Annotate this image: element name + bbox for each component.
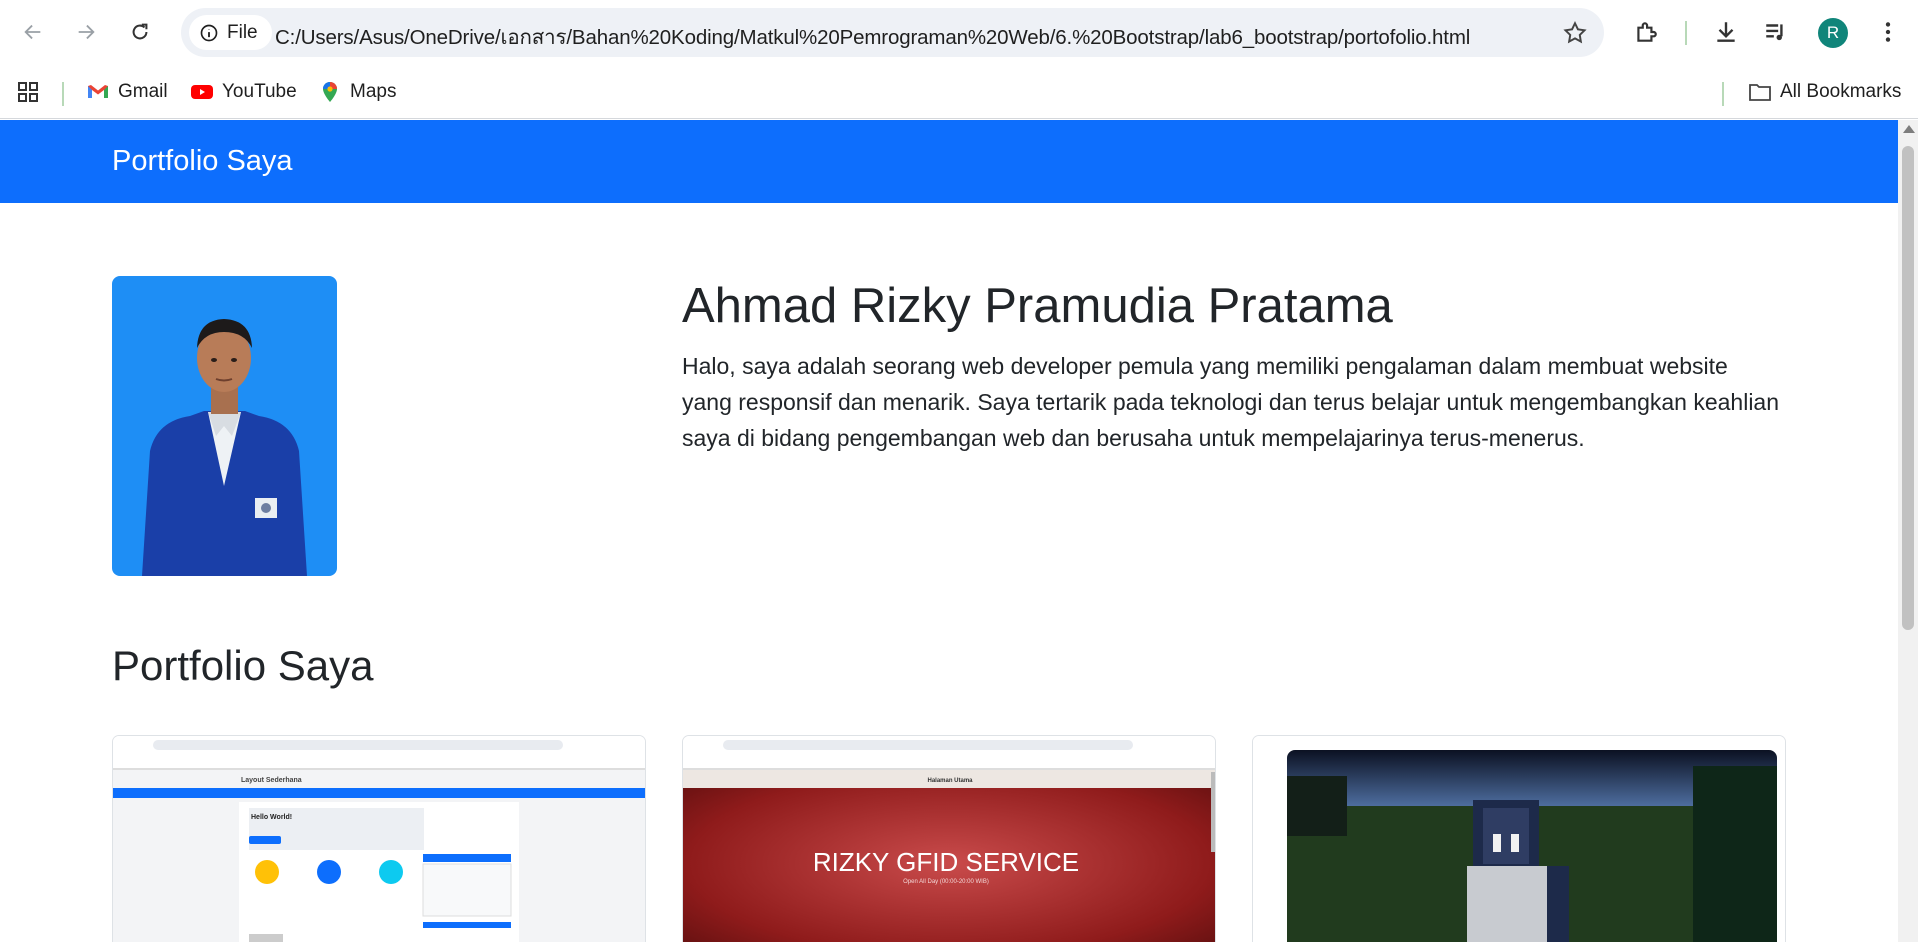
page-viewport: Portfolio Saya Ahmad Rizky Pramudia Prat… [0, 120, 1918, 942]
playlist-icon [1766, 24, 1783, 41]
card-2-thumb-header: Halaman Utama [927, 778, 973, 784]
portfolio-card-2[interactable]: Halaman Utama RIZKY GFID SERVICE Open Al… [682, 735, 1216, 942]
browser-toolbar: File C:/Users/Asus/OneDrive/เอกสาร/Bahan… [0, 0, 1918, 66]
profile-avatar[interactable]: R [1818, 18, 1848, 48]
card-2-thumb-title: RIZKY GFID SERVICE [813, 847, 1079, 877]
star-icon[interactable] [1562, 20, 1588, 46]
profile-photo [112, 276, 337, 576]
bookmark-youtube[interactable]: YouTube [190, 76, 297, 108]
arrow-left-icon [24, 24, 41, 40]
media-controls-button[interactable] [1760, 16, 1792, 48]
maps-pin-icon [323, 82, 337, 102]
card-1-thumb-heading: Hello World! [251, 814, 292, 821]
site-navbar: Portfolio Saya [0, 120, 1898, 203]
bookmark-maps[interactable]: Maps [318, 76, 396, 108]
info-icon [200, 24, 218, 41]
all-bookmarks-button[interactable]: All Bookmarks [1748, 76, 1901, 108]
scroll-up-arrow-icon[interactable] [1903, 125, 1915, 133]
card-2-thumbnail: Halaman Utama RIZKY GFID SERVICE Open Al… [683, 736, 1215, 942]
apps-button[interactable] [16, 76, 40, 108]
bookmark-gmail[interactable]: Gmail [86, 76, 168, 108]
profile-bio: Halo, saya adalah seorang web developer … [682, 353, 1780, 451]
chip-label: File [227, 21, 258, 43]
all-bookmarks-label: All Bookmarks [1780, 81, 1902, 102]
download-icon [1717, 22, 1735, 42]
forward-button[interactable] [68, 14, 104, 50]
bookmarks-separator-right [1722, 82, 1724, 106]
navbar-brand[interactable]: Portfolio Saya [112, 145, 293, 178]
card-1-thumbnail: Layout Sederhana Hello World! [113, 736, 645, 942]
site-info-chip[interactable]: File [189, 15, 272, 50]
youtube-icon [191, 85, 213, 99]
address-bar[interactable]: File C:/Users/Asus/OneDrive/เอกสาร/Bahan… [181, 8, 1604, 57]
apps-grid-icon [18, 82, 38, 102]
gmail-icon [88, 85, 108, 98]
bookmarks-separator [62, 82, 64, 106]
downloads-button[interactable] [1710, 16, 1742, 48]
toolbar-separator [1685, 21, 1687, 45]
extensions-button[interactable] [1630, 16, 1662, 48]
reload-button[interactable] [122, 14, 158, 50]
profile-photo-image [112, 276, 337, 576]
url-text[interactable]: C:/Users/Asus/OneDrive/เอกสาร/Bahan%20Ko… [275, 21, 1470, 54]
folder-icon [1749, 84, 1771, 101]
bookmark-label: YouTube [222, 81, 297, 102]
bookmarks-bar: Gmail YouTube Maps All Bookmarks [0, 66, 1918, 119]
portfolio-card-1[interactable]: Layout Sederhana Hello World! [112, 735, 646, 942]
reload-icon [132, 23, 148, 40]
portfolio-section-title: Portfolio Saya [112, 642, 374, 689]
portfolio-card-3[interactable] [1252, 735, 1786, 942]
back-button[interactable] [15, 14, 51, 50]
kebab-menu-icon [1885, 22, 1891, 42]
puzzle-icon [1637, 22, 1657, 42]
profile-name: Ahmad Rizky Pramudia Pratama [682, 279, 1393, 333]
card-1-thumb-title: Layout Sederhana [241, 777, 302, 784]
card-3-thumbnail [1253, 736, 1785, 942]
card-2-thumb-sub: Open All Day (00:00-20:00 WIB) [903, 879, 989, 885]
menu-button[interactable] [1872, 16, 1904, 48]
bookmark-label: Gmail [118, 81, 168, 102]
page-scrollbar[interactable] [1898, 120, 1918, 942]
bookmark-label: Maps [350, 81, 397, 102]
arrow-right-icon [78, 24, 95, 40]
scrollbar-thumb[interactable] [1902, 146, 1914, 630]
